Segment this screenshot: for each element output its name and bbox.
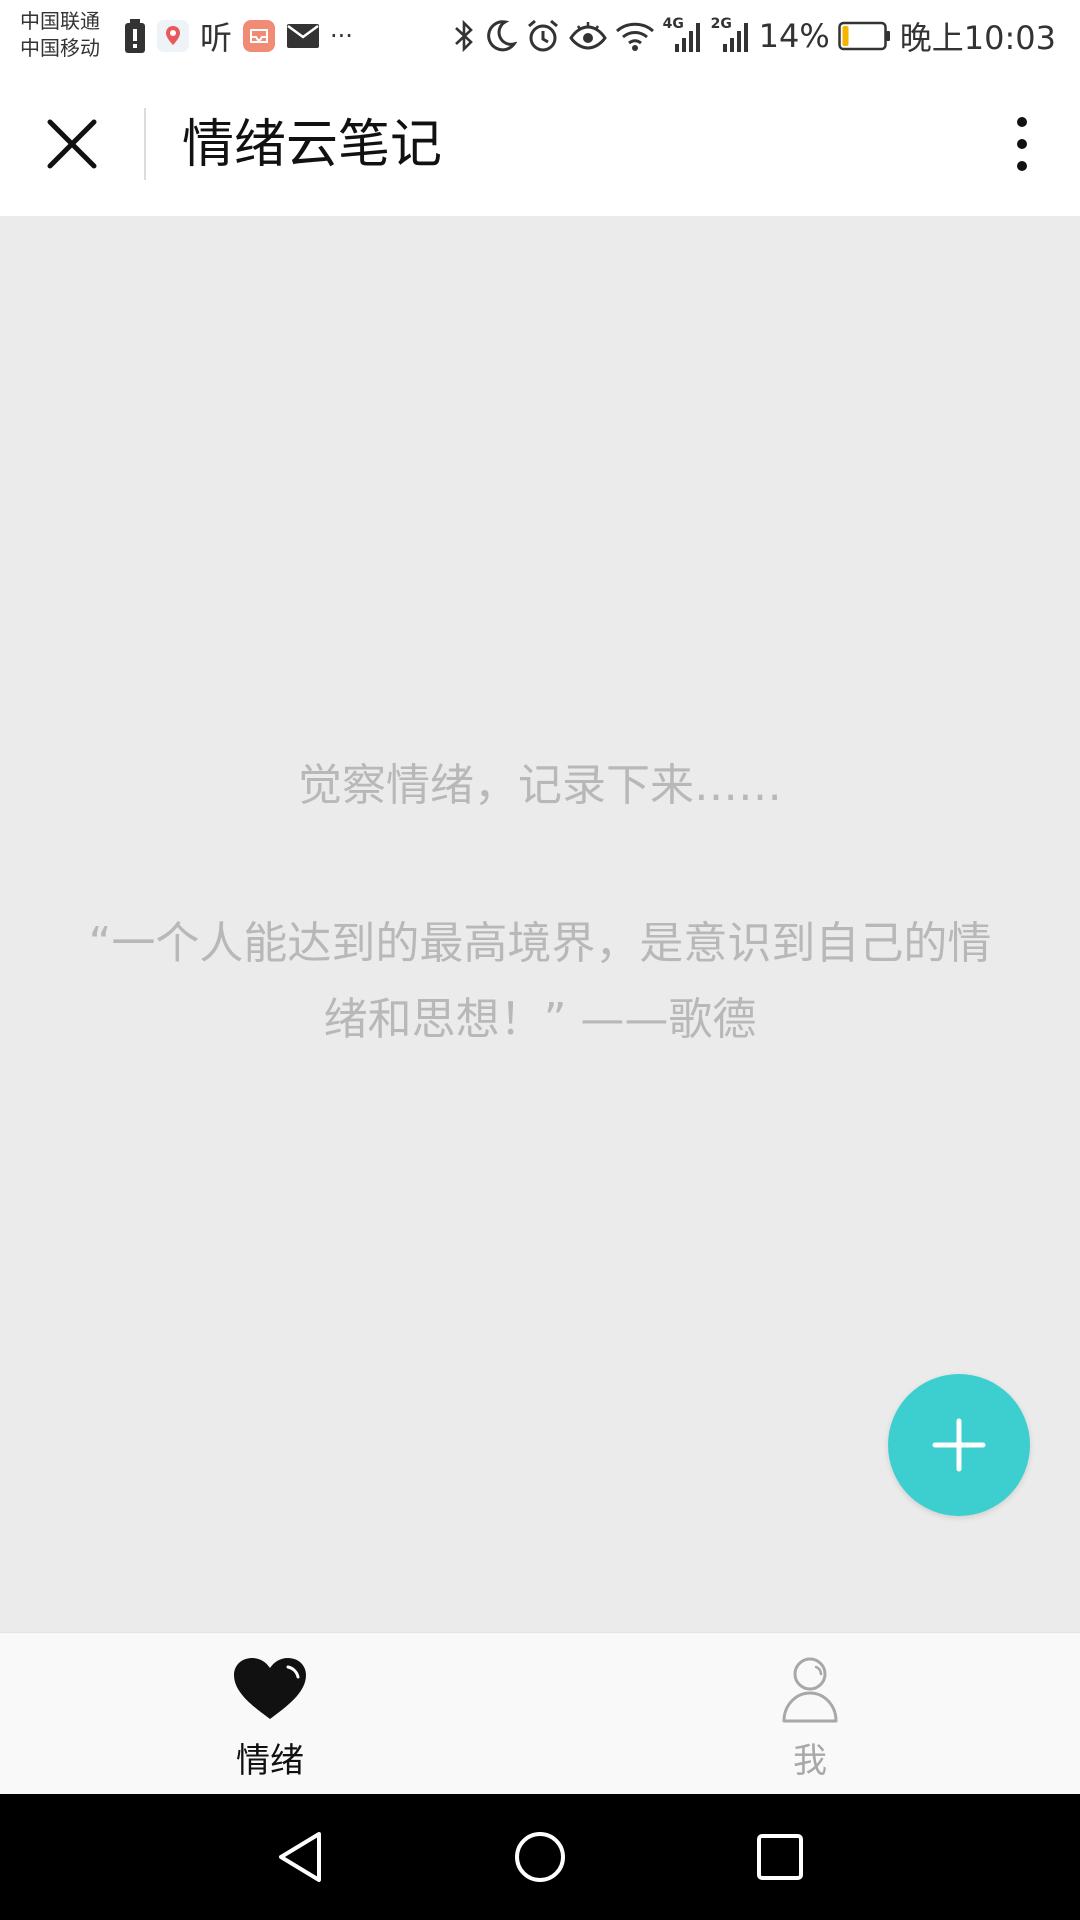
carrier-2: 中国移动 xyxy=(20,36,100,60)
wifi-icon xyxy=(615,20,655,52)
bottom-tab-bar: 情绪 我 xyxy=(0,1632,1080,1795)
battery-alert-icon xyxy=(124,19,146,53)
tab-emotions[interactable]: 情绪 xyxy=(0,1633,540,1795)
more-notifications-icon: ··· xyxy=(330,22,353,50)
back-button[interactable] xyxy=(270,1827,330,1887)
battery-icon xyxy=(838,21,892,51)
home-button[interactable] xyxy=(510,1827,570,1887)
tab-me-label: 我 xyxy=(793,1741,827,1781)
do-not-disturb-moon-icon xyxy=(483,19,517,53)
person-icon xyxy=(770,1653,850,1725)
notification-icons: 听 ··· xyxy=(124,14,353,58)
mail-icon xyxy=(286,23,320,49)
recents-button[interactable] xyxy=(750,1827,810,1887)
close-button[interactable] xyxy=(40,112,104,176)
listen-app-icon: 听 xyxy=(200,19,233,57)
carrier-1: 中国联通 xyxy=(20,9,100,33)
network-2g-label: 2G xyxy=(710,16,732,32)
title-bar: 情绪云笔记 xyxy=(0,72,1080,216)
more-options-icon xyxy=(1017,117,1027,127)
add-note-button[interactable] xyxy=(888,1374,1030,1516)
empty-state-prompt: 觉察情绪，记录下来…… xyxy=(298,760,782,811)
status-bar: 中国联通 中国移动 听 ··· 4G 2G 14% 晚上10:03 xyxy=(0,0,1080,72)
empty-state-quote: “一个人能达到的最高境界，是意识到自己的情绪和思想！” ——歌德 xyxy=(88,918,992,1045)
title-divider xyxy=(144,108,146,180)
signal-2g-icon: 2G xyxy=(710,16,751,54)
system-navigation-bar xyxy=(0,1794,1080,1920)
network-4g-label: 4G xyxy=(662,16,684,32)
inbox-app-icon xyxy=(242,19,276,53)
alarm-icon xyxy=(525,18,561,54)
carrier-info: 中国联通 中国移动 xyxy=(20,8,100,62)
more-options-button[interactable] xyxy=(992,108,1052,180)
clock-time: 晚上10:03 xyxy=(899,19,1056,57)
bluetooth-icon xyxy=(453,18,475,54)
page-title: 情绪云笔记 xyxy=(182,115,443,175)
tab-me[interactable]: 我 xyxy=(540,1633,1080,1795)
main-content: 觉察情绪，记录下来…… “一个人能达到的最高境界，是意识到自己的情绪和思想！” … xyxy=(0,216,1080,1632)
recents-square-icon xyxy=(757,1834,803,1880)
heart-icon xyxy=(230,1653,310,1725)
plus-icon xyxy=(932,1418,986,1472)
signal-4g-icon: 4G xyxy=(662,16,703,54)
system-icons: 4G 2G 14% 晚上10:03 xyxy=(453,14,1056,58)
home-circle-icon xyxy=(515,1832,565,1882)
battery-percent: 14% xyxy=(758,17,830,55)
close-icon xyxy=(47,119,97,169)
tab-emotions-label: 情绪 xyxy=(236,1741,304,1781)
back-triangle-icon xyxy=(279,1832,321,1882)
maps-app-icon xyxy=(156,19,190,53)
eye-comfort-icon xyxy=(568,21,607,51)
screen: 中国联通 中国移动 听 ··· 4G 2G 14% 晚上10:03 情绪云笔记 … xyxy=(0,0,1080,1920)
